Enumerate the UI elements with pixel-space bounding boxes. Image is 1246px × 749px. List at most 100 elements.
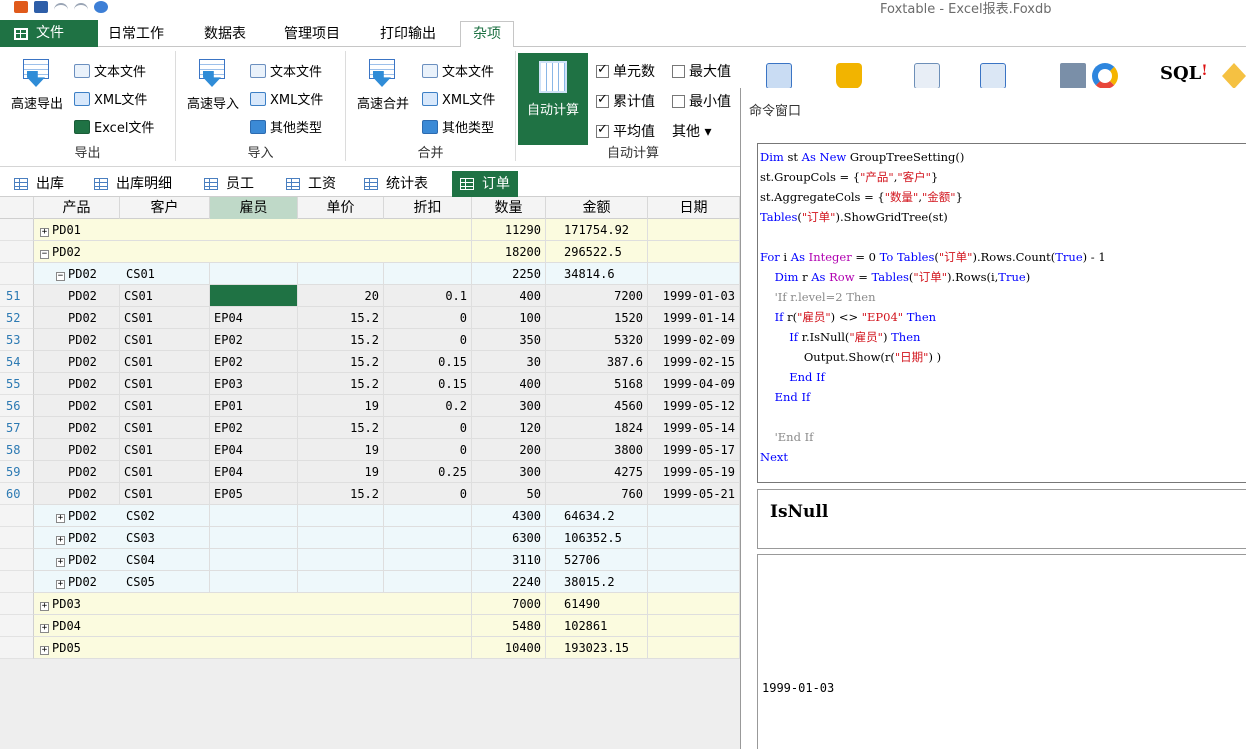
column-header-price[interactable]: 单价: [298, 197, 384, 219]
cell-date[interactable]: [648, 571, 740, 593]
column-header-product[interactable]: 产品: [34, 197, 120, 219]
tab-daily-work[interactable]: 日常工作: [96, 22, 176, 47]
merge-text-button[interactable]: 文本文件: [422, 61, 494, 80]
cell-date[interactable]: [648, 505, 740, 527]
cell-date[interactable]: [648, 593, 740, 615]
row-header[interactable]: 55: [0, 373, 34, 395]
row-header[interactable]: 56: [0, 395, 34, 417]
group-row[interactable]: + PD02 CS03 6300 106352.5: [0, 527, 740, 549]
cell-customer[interactable]: CS01: [120, 395, 210, 417]
import-text-button[interactable]: 文本文件: [250, 61, 322, 80]
table-row[interactable]: 58 PD02 CS01 EP04 19 0 200 3800 1999-05-17: [0, 439, 740, 461]
group-label[interactable]: + PD05: [34, 637, 472, 659]
cell-amount[interactable]: 296522.5: [546, 241, 648, 263]
help-icon[interactable]: [94, 1, 108, 13]
cell-discount[interactable]: 0: [384, 483, 472, 505]
cell-amount[interactable]: 61490: [546, 593, 648, 615]
cell-amount[interactable]: 1520: [546, 307, 648, 329]
column-header-amount[interactable]: 金额: [546, 197, 648, 219]
document-search-icon[interactable]: [914, 63, 940, 89]
cell-amount[interactable]: 7200: [546, 285, 648, 307]
output-panel[interactable]: 1999-01-03: [757, 554, 1246, 749]
cell-date[interactable]: [648, 527, 740, 549]
export-text-button[interactable]: 文本文件: [74, 61, 146, 80]
cell-employee[interactable]: EP02: [210, 351, 298, 373]
group-row[interactable]: + PD02 CS05 2240 38015.2: [0, 571, 740, 593]
expand-icon[interactable]: +: [40, 646, 49, 655]
row-header[interactable]: [0, 219, 34, 241]
cell-customer[interactable]: CS01: [120, 307, 210, 329]
cell-date[interactable]: 1999-05-17: [648, 439, 740, 461]
cell-qty[interactable]: 4300: [472, 505, 546, 527]
tab-file[interactable]: 文件: [0, 20, 98, 47]
cell-discount[interactable]: 0.15: [384, 351, 472, 373]
cell-amount[interactable]: 5320: [546, 329, 648, 351]
expand-icon[interactable]: +: [40, 228, 49, 237]
expand-icon[interactable]: +: [40, 602, 49, 611]
count-checkbox[interactable]: 单元数: [596, 61, 655, 81]
expand-icon[interactable]: +: [56, 558, 65, 567]
cell-amount[interactable]: 38015.2: [546, 571, 648, 593]
orders-grid[interactable]: 产品 客户 雇员 单价 折扣 数量 金额 日期 + PD01 11290 171754…: [0, 197, 740, 749]
cell-discount[interactable]: 0.2: [384, 395, 472, 417]
cell-employee[interactable]: EP04: [210, 439, 298, 461]
table-grid-icon[interactable]: [766, 63, 792, 89]
sheet-tab-outbound-detail[interactable]: 出库明细: [86, 171, 180, 197]
cell-discount[interactable]: 0: [384, 417, 472, 439]
sheet-tab-orders[interactable]: 订单: [452, 171, 518, 197]
table-relations-icon[interactable]: [980, 63, 1006, 89]
group-label[interactable]: + PD02 CS05: [34, 571, 210, 593]
app-icon[interactable]: [14, 1, 28, 13]
row-header[interactable]: 54: [0, 351, 34, 373]
cell-product[interactable]: PD02: [34, 351, 120, 373]
cell-employee[interactable]: EP01: [210, 395, 298, 417]
row-header[interactable]: 60: [0, 483, 34, 505]
cell-qty[interactable]: 10400: [472, 637, 546, 659]
cell-product[interactable]: PD02: [34, 307, 120, 329]
tab-manage-project[interactable]: 管理项目: [272, 22, 352, 47]
max-checkbox[interactable]: 最大值: [672, 61, 731, 81]
sheet-tab-outbound[interactable]: 出库: [6, 171, 72, 197]
group-row[interactable]: + PD02 CS04 3110 52706: [0, 549, 740, 571]
cell-discount[interactable]: 0: [384, 307, 472, 329]
cell-empty[interactable]: [298, 527, 384, 549]
cell-empty[interactable]: [210, 505, 298, 527]
cell-amount[interactable]: 193023.15: [546, 637, 648, 659]
cell-amount[interactable]: 760: [546, 483, 648, 505]
cell-amount[interactable]: 4560: [546, 395, 648, 417]
corner-cell[interactable]: [0, 197, 34, 219]
fast-import-button[interactable]: 高速导入: [182, 59, 244, 112]
group-row[interactable]: + PD05 10400 193023.15: [0, 637, 740, 659]
column-header-employee[interactable]: 雇员: [210, 197, 298, 219]
cell-date[interactable]: [648, 241, 740, 263]
row-header[interactable]: 53: [0, 329, 34, 351]
cell-date[interactable]: 1999-05-14: [648, 417, 740, 439]
cell-customer[interactable]: CS01: [120, 373, 210, 395]
cell-product[interactable]: PD02: [34, 417, 120, 439]
cell-discount[interactable]: 0: [384, 329, 472, 351]
database-cylinder-icon[interactable]: [836, 63, 862, 89]
table-row[interactable]: 53 PD02 CS01 EP02 15.2 0 350 5320 1999-02-09: [0, 329, 740, 351]
cell-product[interactable]: PD02: [34, 439, 120, 461]
cell-date[interactable]: [648, 263, 740, 285]
cell-amount[interactable]: 106352.5: [546, 527, 648, 549]
column-header-discount[interactable]: 折扣: [384, 197, 472, 219]
cell-empty[interactable]: [384, 549, 472, 571]
cell-qty[interactable]: 2250: [472, 263, 546, 285]
sheet-tab-statistics[interactable]: 统计表: [356, 171, 436, 197]
cell-date[interactable]: [648, 219, 740, 241]
sheet-tab-salary[interactable]: 工资: [278, 171, 344, 197]
cell-amount[interactable]: 5168: [546, 373, 648, 395]
import-xml-button[interactable]: XML文件: [250, 89, 323, 108]
group-row[interactable]: + PD02 CS02 4300 64634.2: [0, 505, 740, 527]
cell-qty[interactable]: 350: [472, 329, 546, 351]
cell-employee[interactable]: EP05: [210, 483, 298, 505]
row-header[interactable]: 58: [0, 439, 34, 461]
cell-empty[interactable]: [298, 505, 384, 527]
cell-amount[interactable]: 171754.92: [546, 219, 648, 241]
collapse-icon[interactable]: −: [40, 250, 49, 259]
pie-chart-icon[interactable]: [1092, 63, 1118, 89]
cell-employee[interactable]: EP02: [210, 417, 298, 439]
average-checkbox[interactable]: 平均值: [596, 121, 655, 141]
cell-price[interactable]: 15.2: [298, 307, 384, 329]
